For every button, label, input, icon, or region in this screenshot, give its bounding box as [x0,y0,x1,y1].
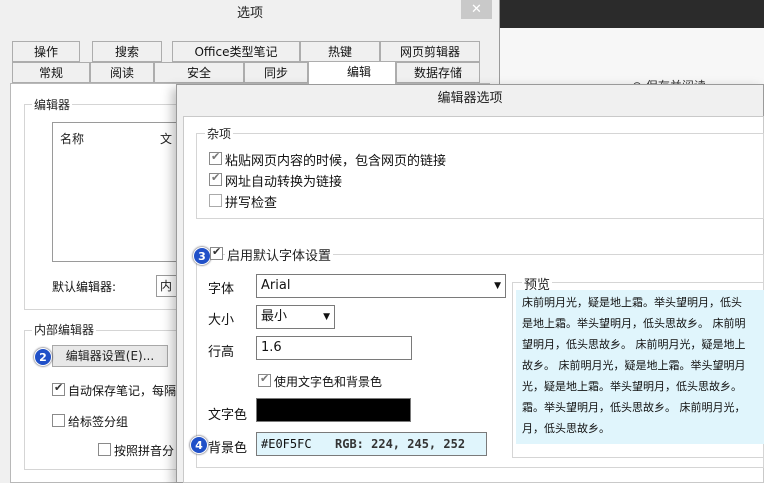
autosave-checkbox[interactable] [52,381,65,396]
editor-group-label: 编辑器 [32,96,73,113]
text-color-swatch[interactable] [256,398,411,422]
line-height-label: 行高 [208,345,235,360]
close-button[interactable]: ✕ [461,0,492,19]
font-value: Arial [261,278,291,293]
use-colors-label: 使用文字色和背景色 [274,375,383,389]
preview-box: 床前明月光，疑是地上霜。举头望明月，低头 是地上霜。举头望明月，低头思故乡。 床… [516,290,764,444]
preview-line: 霜。举头望明月，低头思故乡。 床前明月光， [522,401,746,414]
group-by-tag-checkbox[interactable] [52,414,65,427]
size-label: 大小 [208,313,235,328]
tab-edit[interactable]: 编辑 [308,61,396,84]
annotation-badge-2: 2 [34,348,52,366]
preview-line: 故乡。 床前明月光，疑是地上霜。举头望明月 [522,359,746,372]
default-editor-label: 默认编辑器: [52,280,117,294]
options-window-title: 选项 [236,6,263,21]
annotation-badge-3: 3 [193,247,211,265]
font-label: 字体 [208,282,235,297]
group-by-tag-label: 给标签分组 [68,415,129,429]
editor-settings-button[interactable]: 编辑器设置(E)... [52,345,168,367]
preview-line: 月，低头思故乡。 [522,422,610,435]
auto-link-label: 网址自动转换为链接 [225,175,343,190]
tab-sync[interactable]: 同步 [244,62,308,83]
tab-data-storage[interactable]: 数据存储 [396,62,480,83]
tab-web-clipper[interactable]: 网页剪辑器 [380,41,480,62]
tab-security[interactable]: 安全 [154,62,244,83]
tab-general[interactable]: 常规 [12,62,90,83]
tab-hotkeys[interactable]: 热键 [300,41,380,62]
internal-editor-label: 内部编辑器 [32,321,97,338]
auto-link-checkbox[interactable] [209,171,222,186]
tab-operations[interactable]: 操作 [12,41,80,62]
spell-check-checkbox[interactable] [209,194,222,207]
background-app-toolbar [500,0,764,28]
enable-default-font-checkbox[interactable] [210,245,223,260]
preview-line: 是地上霜。举头望明月，低头思故乡。 床前明 [522,317,746,330]
paste-links-label: 粘贴网页内容的时候，包含网页的链接 [225,154,447,169]
preview-line: 望明月，低头思故乡。 床前明月光，疑是地上 [522,338,746,351]
pinyin-checkbox[interactable] [98,443,111,456]
spell-check-label: 拼写检查 [225,196,278,211]
chevron-down-icon: ▼ [323,312,330,322]
editor-options-title: 编辑器选项 [437,91,503,106]
bg-color-label: 背景色 [208,441,248,456]
preview-line: 床前明月光，疑是地上霜。举头望明月，低头 [522,296,742,309]
preview-line: 光，疑是地上霜。举头望明月，低头思故乡。 [522,380,742,393]
annotation-badge-4: 4 [190,436,208,454]
paste-links-checkbox[interactable] [209,150,222,165]
use-colors-checkbox[interactable] [258,372,271,387]
size-select[interactable]: 最小 ▼ [256,305,335,329]
rgb-readout: RGB: 224, 245, 252 [335,437,466,451]
tab-reading[interactable]: 阅读 [90,62,154,83]
line-height-input[interactable]: 1.6 [256,336,412,360]
enable-default-font-label: 启用默认字体设置 [225,245,334,264]
default-editor-select[interactable]: 内 [156,275,178,297]
column-file[interactable]: 文 [160,130,172,147]
chevron-down-icon: ▼ [494,281,501,291]
bg-color-value: #E0F5FC [261,437,312,451]
pinyin-label: 按照拼音分 [114,444,175,458]
column-name[interactable]: 名称 [60,130,84,147]
bg-color-input[interactable]: #E0F5FC RGB: 224, 245, 252 [256,432,487,456]
autosave-label: 自动保存笔记，每隔 [68,384,177,398]
font-select[interactable]: Arial ▼ [256,274,506,298]
tab-office-notes[interactable]: Office类型笔记 [172,41,300,62]
misc-group-label: 杂项 [205,125,234,142]
size-value: 最小 [261,309,288,324]
text-color-label: 文字色 [208,408,248,423]
tab-search[interactable]: 搜索 [92,41,162,62]
